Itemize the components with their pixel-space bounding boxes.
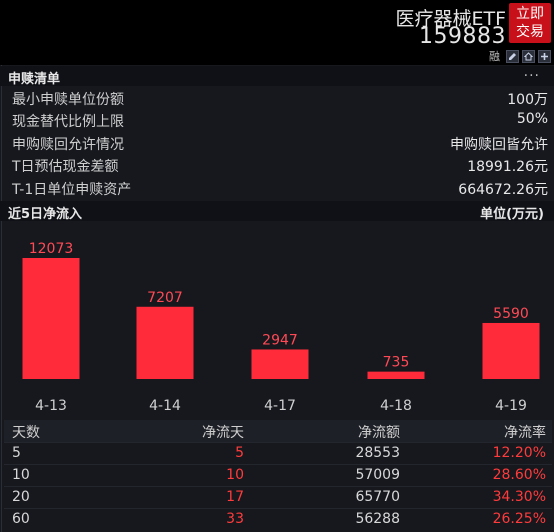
kv-value: 664672.26元	[458, 182, 548, 198]
col-header-days: 天数	[12, 425, 40, 441]
kv-row-cash-diff: T日预估现金差额 18991.26元	[0, 154, 554, 176]
col-header-flow-amount: 净流额	[358, 425, 400, 441]
category-label: 4-17	[264, 398, 296, 414]
cell-flow-days: 5	[235, 445, 244, 461]
kv-value: 18991.26元	[467, 159, 548, 175]
cell-flow-amount: 56288	[355, 511, 400, 527]
bar-value-label: 12073	[29, 241, 74, 257]
bar-4-19	[482, 322, 540, 379]
inflow-bar-chart: 12073 4-13 7207 4-14 2947 4-17 735 4-18 5590 4-19	[22, 241, 540, 414]
table-row: 10 10 57009 28.60%	[4, 464, 552, 486]
bar-value-label: 5590	[493, 306, 529, 322]
kv-value: 50%	[516, 111, 548, 127]
col-header-flow-rate: 净流率	[504, 425, 546, 441]
more-button[interactable]: ...	[524, 64, 540, 80]
inflow-header: 近5日净流入 单位(万元)	[0, 201, 554, 222]
kv-label: T日预估现金差额	[12, 159, 119, 175]
bar-4-18	[367, 371, 425, 379]
cell-days: 10	[12, 467, 30, 483]
kv-value: 100万	[507, 92, 548, 108]
toolbar: 融	[489, 48, 551, 64]
cell-days: 60	[12, 511, 30, 527]
col-header-flow-days: 净流天	[202, 425, 244, 441]
cell-flow-amount: 28553	[355, 445, 400, 461]
plus-icon[interactable]	[538, 49, 551, 63]
cell-flow-amount: 65770	[355, 489, 400, 505]
cell-flow-rate: 28.60%	[492, 467, 546, 483]
bar-4-14	[136, 306, 194, 379]
unit-label: 单位(万元)	[480, 207, 544, 222]
category-label: 4-13	[35, 398, 67, 414]
cell-days: 5	[12, 445, 21, 461]
cell-flow-rate: 34.30%	[492, 489, 546, 505]
category-label: 4-18	[380, 398, 412, 414]
home-icon[interactable]	[522, 49, 535, 63]
bar-value-label: 2947	[262, 332, 298, 348]
trade-button[interactable]: 立即 交易	[509, 3, 551, 43]
inflow-title: 近5日净流入	[8, 207, 83, 222]
table-row: 5 5 28553 12.20%	[4, 442, 552, 464]
margin-label[interactable]: 融	[489, 48, 500, 64]
cell-flow-days: 10	[226, 467, 244, 483]
stats-header-row: 天数 净流天 净流额 净流率	[4, 420, 552, 442]
bar-value-label: 7207	[147, 290, 183, 306]
subscription-title: 申赎清单	[8, 72, 61, 87]
trade-button-line2: 交易	[516, 24, 544, 40]
cell-flow-rate: 12.20%	[492, 445, 546, 461]
cell-days: 20	[12, 489, 30, 505]
cell-flow-rate: 26.25%	[492, 511, 546, 527]
kv-row-unit-assets: T-1日单位申赎资产 664672.26元	[0, 177, 554, 199]
table-row: 20 17 65770 34.30%	[4, 486, 552, 508]
kv-row-cash-limit: 现金替代比例上限 50%	[0, 109, 554, 131]
kv-label: T-1日单位申赎资产	[12, 182, 132, 198]
trade-button-line1: 立即	[516, 6, 544, 22]
bar-4-13	[22, 258, 80, 379]
kv-value: 申购赎回皆允许	[450, 137, 548, 153]
cell-flow-days: 33	[226, 511, 244, 527]
bar-4-17	[251, 349, 309, 379]
kv-label: 最小申赎单位份额	[12, 92, 124, 108]
category-label: 4-19	[495, 398, 527, 414]
kv-row-min-unit: 最小申赎单位份额 100万	[0, 87, 554, 109]
kv-label: 现金替代比例上限	[12, 114, 124, 130]
subscription-header: 申赎清单 ...	[0, 64, 554, 87]
bar-value-label: 735	[383, 355, 410, 371]
etf-code: 159883	[419, 24, 506, 49]
cell-flow-amount: 57009	[355, 467, 400, 483]
category-label: 4-14	[149, 398, 181, 414]
kv-label: 申购赎回允许情况	[12, 137, 124, 153]
kv-row-permission: 申购赎回允许情况 申购赎回皆允许	[0, 132, 554, 154]
table-row: 60 33 56288 26.25%	[4, 508, 552, 530]
header: 医疗器械ETF 159883 立即 交易 融	[0, 0, 554, 65]
edit-icon[interactable]	[506, 49, 519, 63]
inflow-chart: 12073 4-13 7207 4-14 2947 4-17 735 4-18 5590 4-19	[0, 222, 554, 415]
cell-flow-days: 17	[226, 489, 244, 505]
